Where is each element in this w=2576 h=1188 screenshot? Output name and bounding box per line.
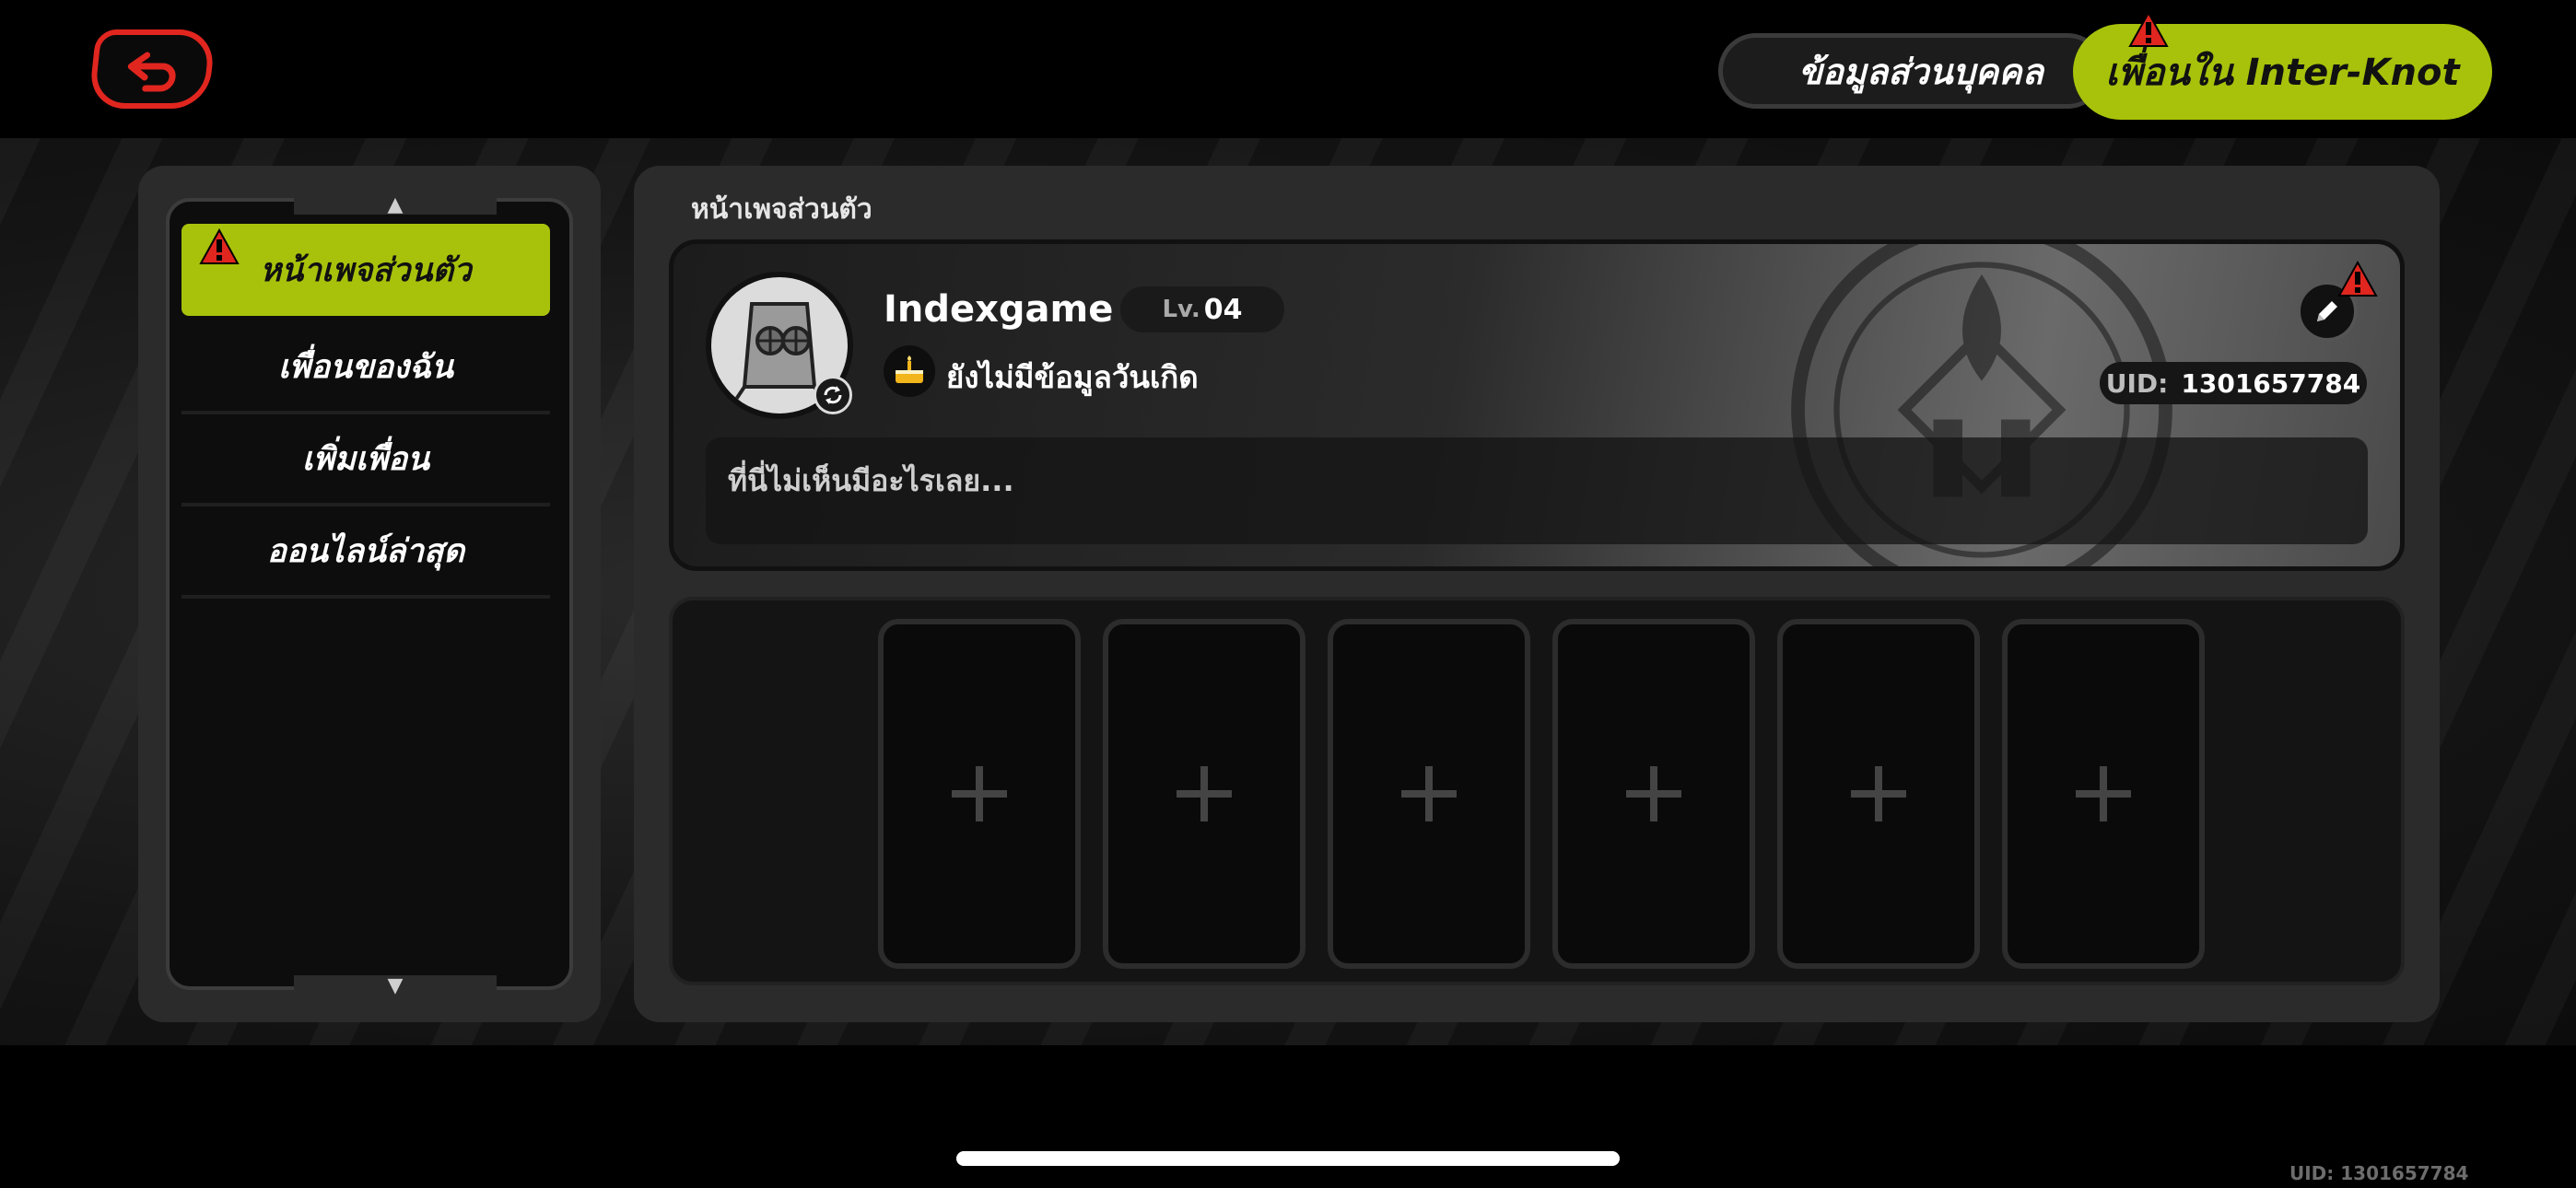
sidebar-item-label: หน้าเพจส่วนตัว — [260, 251, 472, 289]
plus-icon — [1401, 766, 1457, 821]
showcase-slot[interactable] — [878, 619, 1081, 969]
bio-box[interactable]: ที่นี่ไม่เห็นมีอะไรเลย... — [706, 437, 2368, 544]
sidebar-item-recently-online[interactable]: ออนไลน์ล่าสุด — [181, 507, 550, 599]
scroll-down-indicator[interactable]: ▼ — [294, 974, 497, 997]
profile-panel: หน้าเพจส่วนตัว Indexgame Lv. 04 ยังไม่มี… — [634, 166, 2440, 1022]
uid-label: UID: — [2105, 367, 2169, 399]
showcase-slot[interactable] — [1777, 619, 1980, 969]
tab-personal-info[interactable]: ข้อมูลส่วนบุคคล — [1718, 33, 2105, 109]
back-button[interactable] — [88, 29, 217, 109]
level-prefix: Lv. — [1162, 296, 1200, 323]
birthday-text: ยังไม่มีข้อมูลวันเกิด — [946, 359, 1199, 395]
level-value: 04 — [1203, 293, 1243, 326]
plus-icon — [1626, 766, 1681, 821]
sidebar-item-add-friend[interactable]: เพิ่มเพื่อน — [181, 414, 550, 507]
exclamation-alert-icon — [199, 228, 240, 264]
sidebar-item-my-friends[interactable]: เพื่อนของฉัน — [181, 322, 550, 414]
plus-icon — [2076, 766, 2131, 821]
home-indicator[interactable] — [956, 1151, 1620, 1166]
character-showcase — [669, 597, 2405, 985]
profile-card: Indexgame Lv. 04 ยังไม่มีข้อมูลวันเกิด U… — [669, 239, 2405, 571]
exclamation-alert-icon — [2128, 11, 2169, 47]
back-arrow-icon — [127, 52, 176, 92]
panel-title: หน้าเพจส่วนตัว — [691, 193, 872, 226]
sidebar-item-label: ออนไลน์ล่าสุด — [266, 532, 465, 570]
plus-icon — [952, 766, 1007, 821]
showcase-slot[interactable] — [2002, 619, 2205, 969]
username: Indexgame — [884, 288, 1114, 331]
footer-uid: UID: 1301657784 — [2289, 1162, 2469, 1184]
tab-personal-info-label: ข้อมูลส่วนบุคคล — [1798, 51, 2043, 92]
plus-icon — [1177, 766, 1232, 821]
showcase-slot[interactable] — [1103, 619, 1306, 969]
refresh-icon — [824, 386, 842, 404]
showcase-slot[interactable] — [1328, 619, 1530, 969]
exclamation-alert-icon — [2337, 261, 2378, 297]
plus-icon — [1851, 766, 1906, 821]
cake-icon — [896, 355, 923, 383]
bio-text: ที่นี่ไม่เห็นมีอะไรเลย... — [728, 463, 1014, 498]
uid-badge: UID: 1301657784 — [2100, 362, 2367, 404]
sidebar-item-label: เพื่อนของฉัน — [278, 348, 453, 386]
birthday-badge — [884, 345, 935, 397]
level-badge: Lv. 04 — [1120, 286, 1284, 332]
sidebar: ▲ ▼ หน้าเพจส่วนตัว เพื่อนของฉัน เพิ่มเพื… — [138, 166, 601, 1022]
uid-value: 1301657784 — [2181, 367, 2361, 399]
scroll-up-indicator[interactable]: ▲ — [294, 193, 497, 216]
showcase-slot[interactable] — [1552, 619, 1755, 969]
sidebar-item-label: เพิ่มเพื่อน — [301, 440, 430, 478]
avatar-change-button[interactable] — [814, 376, 852, 414]
